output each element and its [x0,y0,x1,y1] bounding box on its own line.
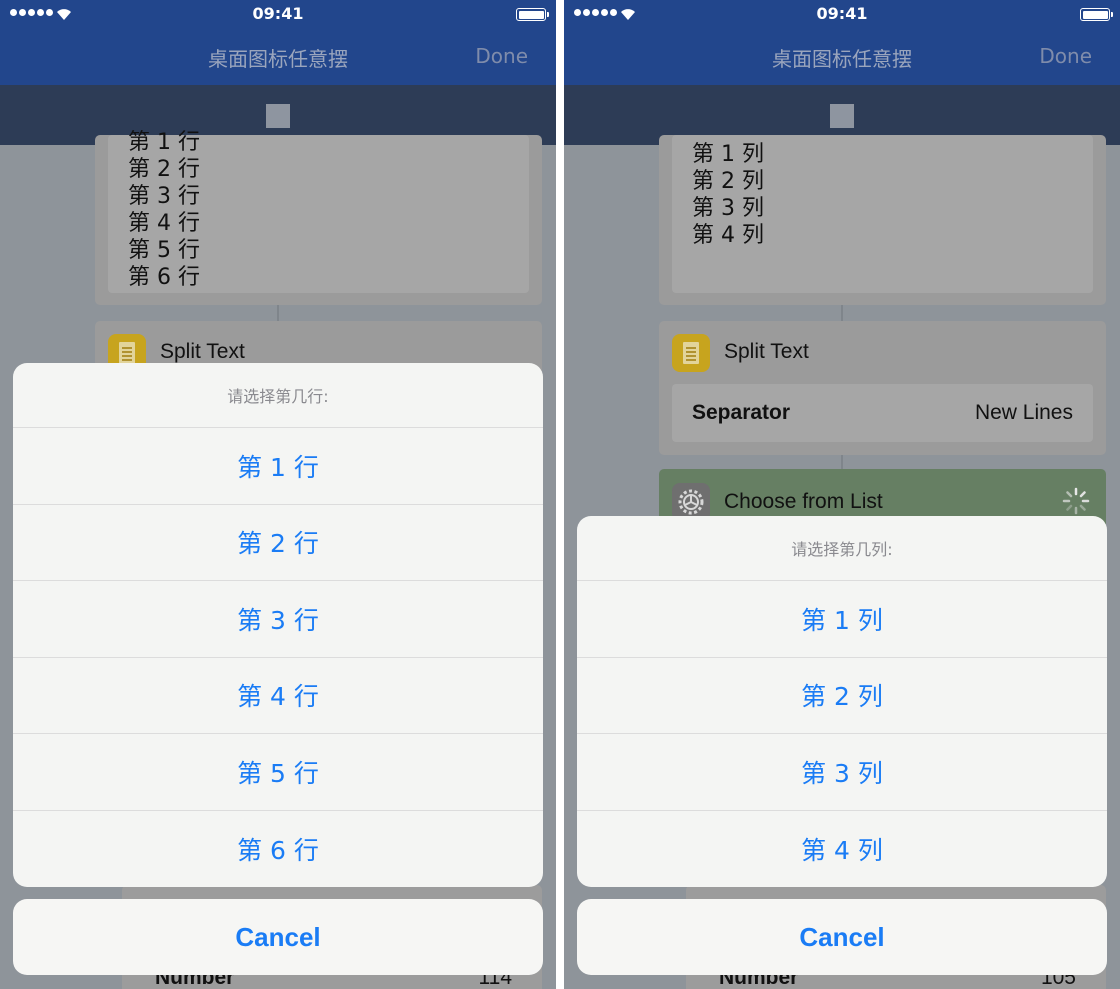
sheet-option[interactable]: 第 3 列 [577,734,1107,811]
battery-icon [1080,8,1113,21]
spinner-icon [1062,487,1090,515]
nav-bar: 桌面图标任意摆 Done [564,28,1120,85]
right-screen: 09:41 桌面图标任意摆 Done 第 1 列 第 2 列 第 3 列 第 4… [564,0,1120,989]
sheet-option[interactable]: 第 5 行 [13,734,543,811]
action-sheet: 请选择第几列: 第 1 列 第 2 列 第 3 列 第 4 列 [577,516,1107,887]
stop-icon[interactable] [830,104,854,128]
text-line: 第 6 行 [128,265,200,290]
split-text-title: Split Text [160,340,245,363]
done-button[interactable]: Done [1039,44,1092,68]
sheet-option[interactable]: 第 4 行 [13,658,543,734]
text-action-card: 第 1 列 第 2 列 第 3 列 第 4 列 [659,135,1106,305]
sheet-option[interactable]: 第 3 行 [13,581,543,658]
sheet-option[interactable]: 第 4 列 [577,811,1107,888]
nav-title: 桌面图标任意摆 [772,47,912,71]
separator-row[interactable]: Separator New Lines [672,384,1093,442]
status-time: 09:41 [252,4,304,23]
action-sheet-title: 请选择第几列: [577,516,1107,581]
stop-icon[interactable] [266,104,290,128]
text-field[interactable]: 第 1 列 第 2 列 第 3 列 第 4 列 [672,135,1093,293]
status-bar: 09:41 [564,0,1120,28]
cancel-button[interactable]: Cancel [13,899,543,975]
sheet-option[interactable]: 第 1 行 [13,428,543,505]
status-bar: 09:41 [0,0,556,28]
cancel-button[interactable]: Cancel [577,899,1107,975]
text-line: 第 4 列 [692,223,764,248]
separator-value: New Lines [974,401,1073,424]
status-time: 09:41 [816,4,868,23]
text-action-card: 第 1 行 第 2 行 第 3 行 第 4 行 第 5 行 第 6 行 [95,130,542,305]
done-button[interactable]: Done [475,44,528,68]
sheet-option[interactable]: 第 2 行 [13,505,543,581]
sheet-option[interactable]: 第 1 列 [577,581,1107,658]
document-icon [672,334,710,372]
nav-bar: 桌面图标任意摆 Done [0,28,556,85]
left-screen: 09:41 桌面图标任意摆 Done 第 1 行 第 2 行 第 3 行 第 4… [0,0,556,989]
action-connector [277,305,279,321]
action-sheet-title: 请选择第几行: [13,363,543,428]
action-connector [841,305,843,321]
split-text-card[interactable]: Split Text Separator New Lines [659,321,1106,455]
nav-title: 桌面图标任意摆 [208,47,348,71]
action-sheet: 请选择第几行: 第 1 行 第 2 行 第 3 行 第 4 行 第 5 行 第 … [13,363,543,887]
battery-icon [516,8,549,21]
choose-from-list-title: Choose from List [724,490,883,513]
text-field[interactable]: 第 1 行 第 2 行 第 3 行 第 4 行 第 5 行 第 6 行 [108,130,529,293]
sheet-option[interactable]: 第 2 列 [577,658,1107,734]
split-text-title: Split Text [724,340,809,363]
sheet-option[interactable]: 第 6 行 [13,811,543,888]
separator-label: Separator [692,401,791,424]
